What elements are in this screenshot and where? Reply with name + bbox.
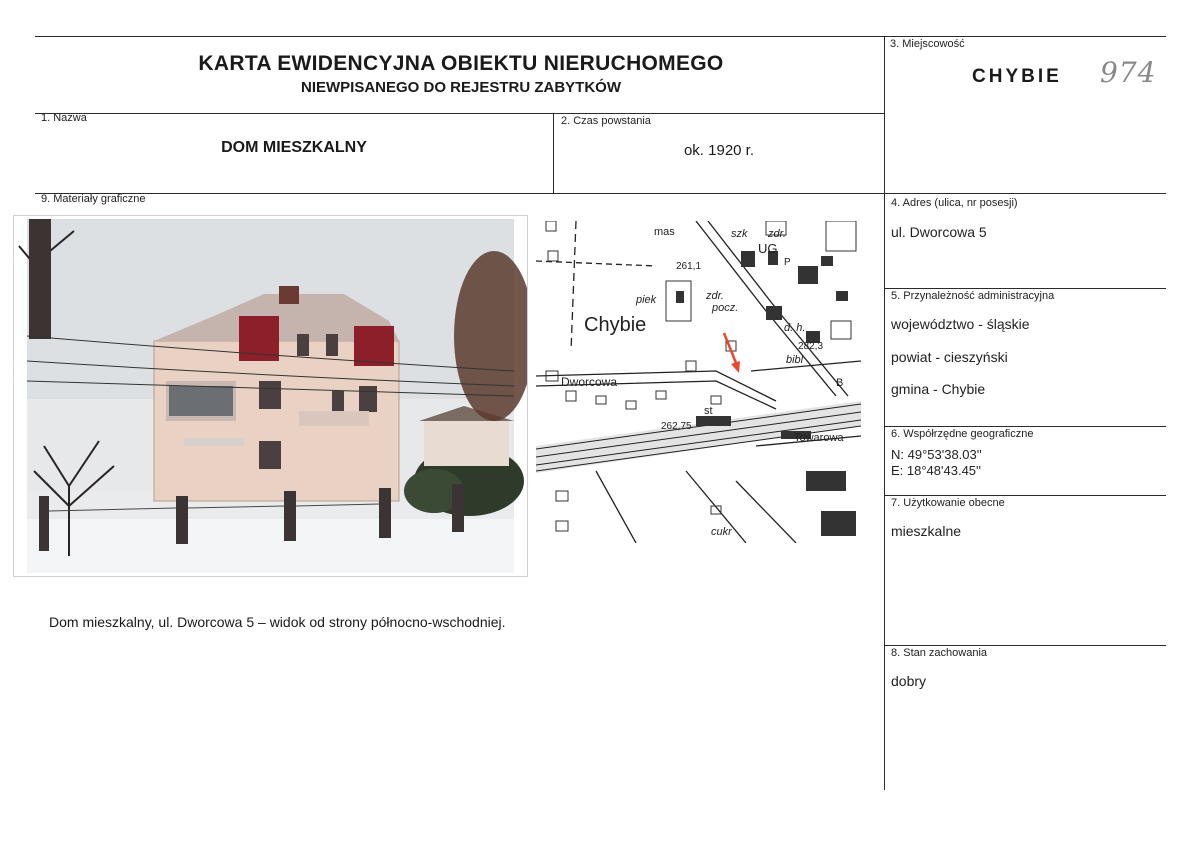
map-label-p: P: [784, 257, 791, 268]
field-value-uzytkowanie: mieszkalne: [891, 523, 962, 539]
map-label-ug: UG: [758, 241, 778, 256]
top-border: [35, 36, 1166, 37]
field-value-nazwa: DOM MIESZKALNY: [221, 139, 367, 156]
map-label-dworcowa: Dworcowa: [561, 375, 617, 389]
field-value-miejscowosc: CHYBIE: [972, 66, 1062, 87]
field-value-powiat: powiat - cieszyński: [891, 349, 1008, 365]
address-bottom-line: [884, 288, 1166, 289]
field-value-adres: ul. Dworcowa 5: [891, 224, 987, 240]
field-label-wspolrzedne: 6. Współrzędne geograficzne: [891, 428, 1034, 440]
field-value-lat: N: 49°53'38.03'': [891, 447, 982, 462]
house-photo: [13, 215, 534, 577]
field-value-stan: dobry: [891, 673, 927, 689]
field-label-czas: 2. Czas powstania: [561, 115, 651, 127]
document-title: KARTA EWIDENCYJNA OBIEKTU NIERUCHOMEGO: [198, 52, 724, 75]
map-label-pocz: pocz.: [711, 302, 738, 314]
map-label-height-2611: 261,1: [676, 261, 701, 272]
map-label-szk: szk: [731, 228, 748, 240]
field-label-stan: 8. Stan zachowania: [891, 647, 988, 659]
map-label-cukr: cukr: [711, 526, 733, 538]
map-label-zdr1: zdr.: [767, 228, 786, 240]
field-value-wojewodztwo: województwo - śląskie: [891, 316, 1030, 332]
coords-bottom-line: [884, 495, 1166, 496]
map-label-height-26275: 262,75: [661, 421, 692, 432]
field-value-gmina: gmina - Chybie: [891, 381, 986, 397]
handwritten-number: 974: [1100, 56, 1157, 89]
location-map: mas szk zdr. UG P 261,1 piek zdr. pocz. …: [536, 221, 861, 543]
map-label-dh: d. h.: [784, 322, 805, 334]
field-label-materialy: 9. Materiały graficzne: [41, 193, 146, 205]
usage-bottom-line: [884, 645, 1166, 646]
field-label-przynaleznosc: 5. Przynależność administracyjna: [891, 290, 1055, 302]
map-label-piek: piek: [635, 294, 657, 306]
map-label-mas: mas: [654, 226, 675, 238]
field-value-czas: ok. 1920 r.: [683, 142, 755, 159]
document-subtitle: NIEWPISANEGO DO REJESTRU ZABYTKÓW: [300, 79, 622, 96]
header-bottom-line: [35, 113, 885, 114]
map-label-zdr2: zdr.: [705, 290, 724, 302]
map-label-chybie: Chybie: [584, 314, 646, 336]
map-label-b: B: [836, 377, 843, 389]
map-label-bibl: bibl: [786, 354, 804, 366]
field-label-adres: 4. Adres (ulica, nr posesji): [891, 197, 1018, 209]
right-column-divider: [884, 36, 885, 790]
photo-caption: Dom mieszkalny, ul. Dworcowa 5 – widok o…: [49, 614, 506, 630]
map-label-st: st: [704, 405, 713, 417]
field-label-miejscowosc: 3. Miejscowość: [890, 38, 965, 50]
name-row-bottom-line: [35, 193, 1166, 194]
field-label-uzytkowanie: 7. Użytkowanie obecne: [891, 497, 1005, 509]
field-label-nazwa: 1. Nazwa: [41, 112, 87, 124]
field-value-lon: E: 18°48'43.45'': [891, 463, 981, 478]
admin-bottom-line: [884, 426, 1166, 427]
map-label-towarowa: Towarowa: [794, 432, 844, 444]
map-label-height-2823: 282,3: [798, 341, 823, 352]
